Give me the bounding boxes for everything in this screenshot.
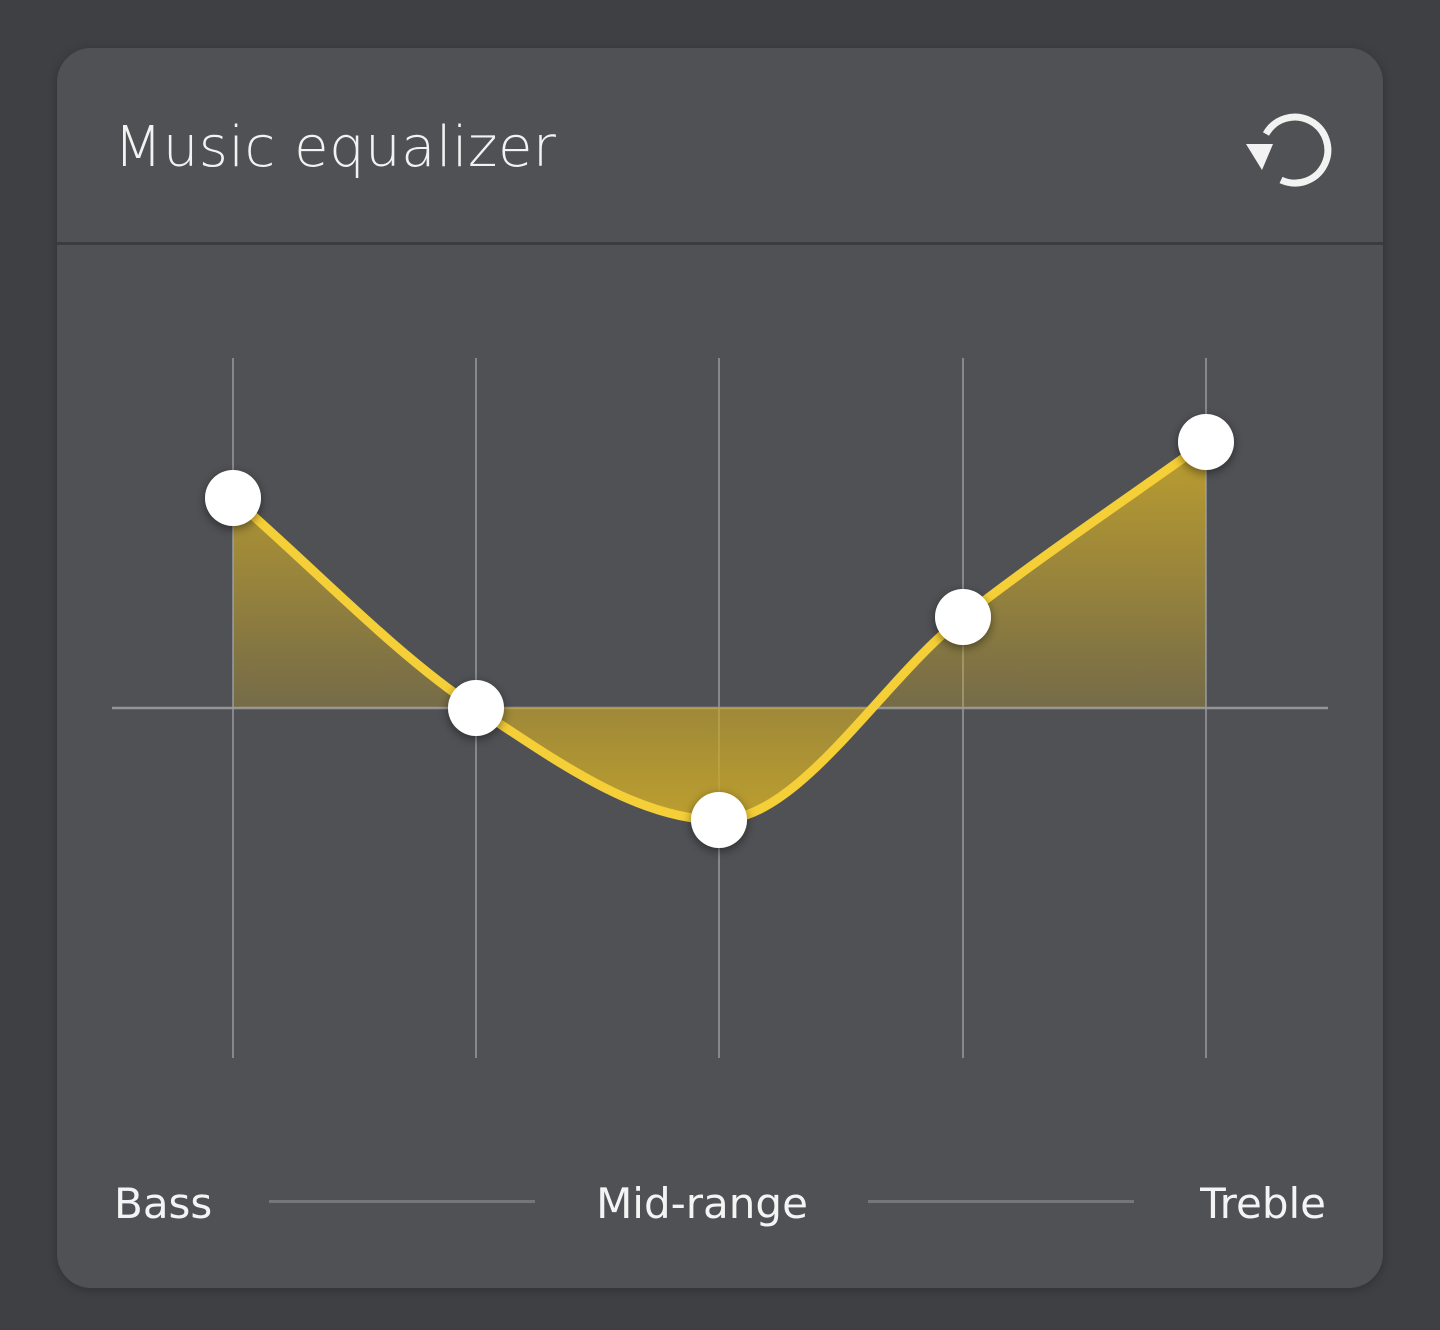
band-1-handle[interactable] (205, 470, 261, 526)
equalizer-graph (112, 358, 1328, 1058)
band-3-handle[interactable] (691, 792, 747, 848)
band-4-handle[interactable] (935, 589, 991, 645)
bass-label: Bass (114, 1179, 213, 1228)
range-divider-left (269, 1200, 535, 1203)
mid-range-label: Mid-range (596, 1179, 808, 1228)
equalizer-card: Music equalizer Bass Mid-range Treble (57, 48, 1383, 1288)
band-2-handle[interactable] (448, 680, 504, 736)
band-5-handle[interactable] (1178, 414, 1234, 470)
range-divider-right (868, 1200, 1134, 1203)
treble-label: Treble (1200, 1179, 1326, 1228)
